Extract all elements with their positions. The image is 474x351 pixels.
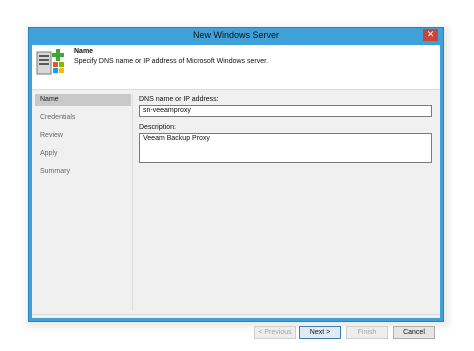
windows-server-add-icon bbox=[36, 49, 64, 75]
new-windows-server-dialog: New Windows Server ✕ Name Specify DNS na… bbox=[28, 27, 444, 339]
cancel-button[interactable]: Cancel bbox=[393, 326, 435, 339]
wizard-steps-nav: Name Credentials Review Apply Summary bbox=[35, 94, 131, 311]
dns-name-label: DNS name or IP address: bbox=[139, 96, 219, 103]
next-button[interactable]: Next > bbox=[299, 326, 341, 339]
step-title: Name bbox=[74, 48, 94, 55]
description-label: Description: bbox=[139, 124, 176, 131]
nav-step-name[interactable]: Name bbox=[35, 94, 131, 106]
nav-step-credentials[interactable]: Credentials bbox=[35, 112, 131, 124]
window-title: New Windows Server bbox=[192, 30, 280, 40]
previous-button[interactable]: < Previous bbox=[254, 326, 296, 339]
step-description: Specify DNS name or IP address of Micros… bbox=[74, 58, 268, 65]
nav-step-review[interactable]: Review bbox=[35, 130, 131, 142]
step-content: DNS name or IP address: sn-veeamproxy De… bbox=[132, 94, 436, 311]
finish-button[interactable]: Finish bbox=[346, 326, 388, 339]
dialog-body: Name Specify DNS name or IP address of M… bbox=[32, 45, 440, 339]
footer-divider bbox=[32, 314, 440, 315]
dns-name-input[interactable]: sn-veeamproxy bbox=[139, 105, 432, 117]
wizard-header: Name Specify DNS name or IP address of M… bbox=[32, 45, 440, 90]
nav-step-summary[interactable]: Summary bbox=[35, 166, 131, 178]
close-button[interactable]: ✕ bbox=[423, 29, 438, 41]
description-textarea[interactable]: Veeam Backup Proxy bbox=[139, 133, 432, 163]
nav-step-apply[interactable]: Apply bbox=[35, 148, 131, 160]
title-bar[interactable]: New Windows Server ✕ bbox=[29, 28, 443, 45]
